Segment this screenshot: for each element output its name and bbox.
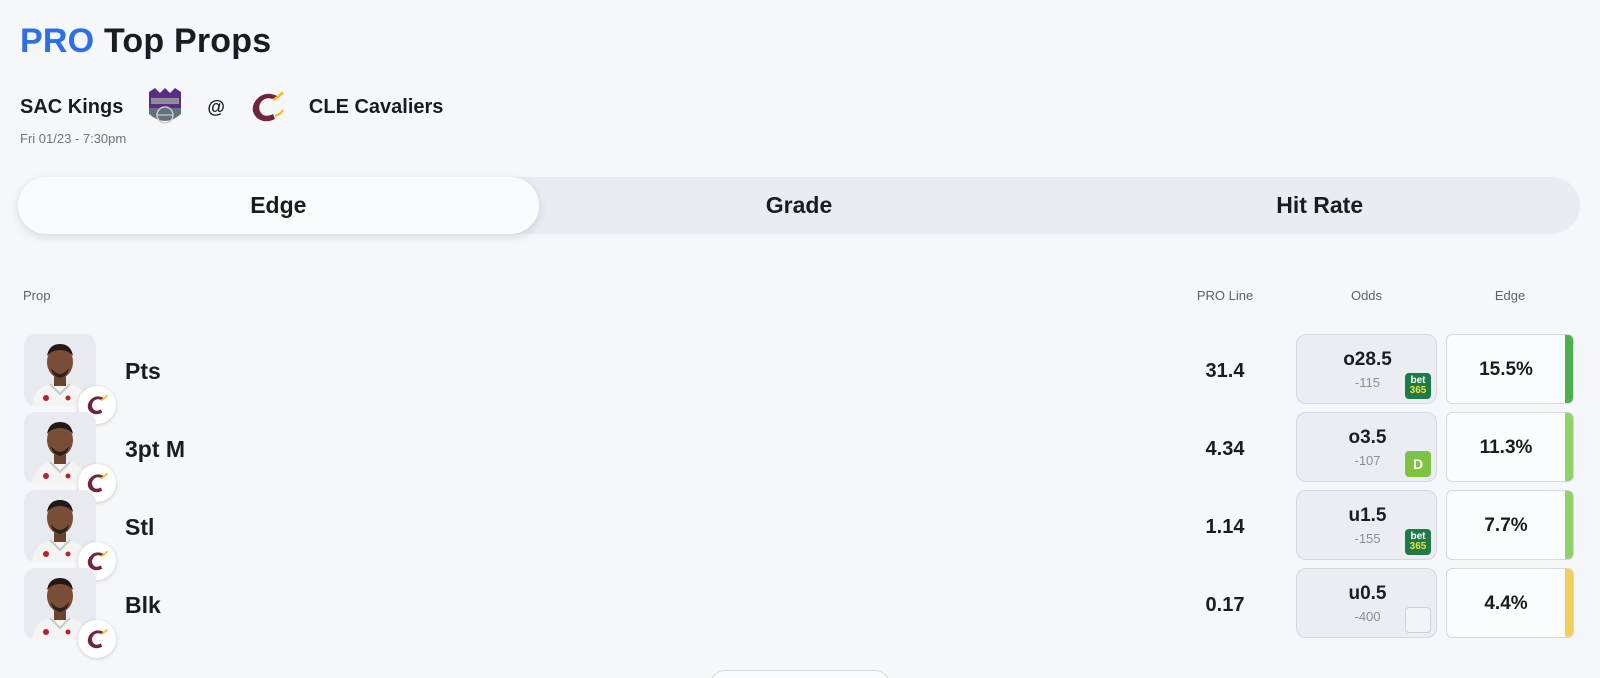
edge-indicator-bar: [1565, 413, 1573, 481]
edge-card: 11.3%: [1446, 412, 1574, 482]
tab-hit-rate[interactable]: Hit Rate: [1059, 177, 1580, 234]
away-team-name: SAC Kings: [20, 95, 124, 118]
prop-stat: Stl: [125, 514, 155, 540]
bet365-icon: bet 365: [1405, 529, 1431, 555]
edge-card: 4.4%: [1446, 568, 1574, 638]
edge-value: 4.4%: [1484, 593, 1528, 614]
tab-edge[interactable]: Edge: [18, 177, 539, 234]
pro-line-value: 4.34: [1205, 438, 1245, 460]
metric-tabs: Edge Grade Hit Rate: [18, 177, 1580, 234]
odds-card[interactable]: u1.5 -155 bet 365: [1296, 490, 1437, 560]
at-separator: @: [207, 96, 225, 117]
sacramento-kings-logo-icon: [145, 86, 185, 128]
load-more-button[interactable]: [710, 670, 890, 678]
prop-stat: Blk: [125, 592, 161, 618]
home-team-name: CLE Cavaliers: [308, 95, 444, 118]
table-row[interactable]: Blk 0.17 u0.5 -400 4.4%: [0, 568, 1600, 658]
edge-indicator-bar: [1565, 335, 1573, 403]
table-row[interactable]: Pts 31.4 o28.5 -115 bet 365 15.5%: [0, 334, 1600, 424]
edge-value: 7.7%: [1484, 515, 1528, 536]
odds-card[interactable]: o3.5 -107 D: [1296, 412, 1437, 482]
title-pro: PRO: [20, 22, 95, 60]
edge-value: 15.5%: [1479, 359, 1533, 380]
matchup: SAC Kings @ CLE Cavaliers: [20, 86, 443, 128]
column-header-pro-line: PRO Line: [1196, 288, 1254, 303]
title-text: Top Props: [103, 22, 272, 60]
cavaliers-badge-icon: [78, 620, 116, 658]
column-header-odds: Odds: [1350, 288, 1383, 303]
odds-card[interactable]: u0.5 -400: [1296, 568, 1437, 638]
odds-line: u0.5: [1348, 583, 1387, 604]
sportsbook-icon: [1405, 607, 1431, 633]
cleveland-cavaliers-logo-icon: [247, 86, 287, 128]
game-datetime: Fri 01/23 - 7:30pm: [20, 131, 127, 146]
odds-card[interactable]: o28.5 -115 bet 365: [1296, 334, 1437, 404]
edge-value: 11.3%: [1479, 437, 1533, 458]
book-label-bottom: 365: [1409, 385, 1427, 396]
prop-stat: 3pt M: [125, 436, 186, 462]
pro-line-value: 0.17: [1205, 594, 1245, 616]
column-header-prop: Prop: [23, 288, 51, 303]
odds-line: u1.5: [1348, 505, 1387, 526]
bet365-icon: bet 365: [1405, 373, 1431, 399]
table-row[interactable]: Stl 1.14 u1.5 -155 bet 365 7.7%: [0, 490, 1600, 580]
edge-indicator-bar: [1565, 491, 1573, 559]
odds-line: o28.5: [1343, 349, 1392, 370]
column-header-edge: Edge: [1494, 288, 1526, 303]
tab-grade[interactable]: Grade: [539, 177, 1060, 234]
prop-stat: Pts: [125, 358, 161, 384]
edge-card: 15.5%: [1446, 334, 1574, 404]
pro-line-value: 31.4: [1205, 360, 1245, 382]
book-label-top: D: [1412, 456, 1424, 472]
table-row[interactable]: 3pt M 4.34 o3.5 -107 D 11.3%: [0, 412, 1600, 502]
pro-line-value: 1.14: [1205, 516, 1245, 538]
edge-indicator-bar: [1565, 569, 1573, 637]
odds-line: o3.5: [1348, 427, 1387, 448]
edge-card: 7.7%: [1446, 490, 1574, 560]
book-label-bottom: 365: [1409, 541, 1427, 552]
page-title: PRO Top Props: [20, 22, 271, 61]
draftkings-icon: D: [1405, 451, 1431, 477]
